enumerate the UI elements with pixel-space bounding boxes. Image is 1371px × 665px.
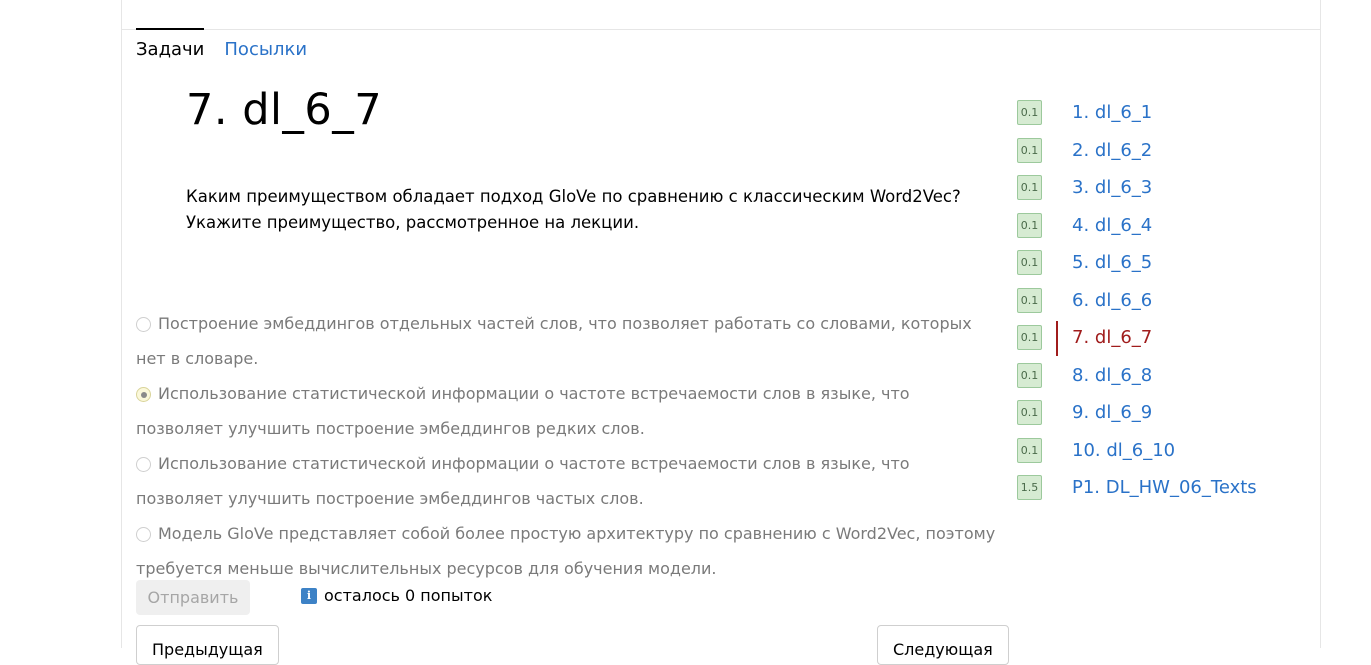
problem-item[interactable]: 0.1 4. dl_6_4: [1017, 207, 1257, 245]
problem-item[interactable]: 0.1 10. dl_6_10: [1017, 432, 1257, 470]
problem-link[interactable]: 5. dl_6_5: [1072, 252, 1152, 273]
problem-item[interactable]: 0.1 9. dl_6_9: [1017, 394, 1257, 432]
tab-bar: Задачи Посылки: [136, 28, 307, 61]
next-button[interactable]: Следующая: [877, 625, 1009, 665]
problem-link[interactable]: 6. dl_6_6: [1072, 290, 1152, 311]
problem-item[interactable]: 0.1 6. dl_6_6: [1017, 282, 1257, 320]
attempts-info: i осталось 0 попыток: [301, 586, 492, 605]
score-badge: 0.1: [1017, 175, 1042, 201]
attempts-text: осталось 0 попыток: [324, 586, 493, 605]
problem-item[interactable]: 0.1 8. dl_6_8: [1017, 357, 1257, 395]
score-badge: 0.1: [1017, 250, 1042, 276]
current-problem-marker: [1056, 321, 1058, 356]
score-badge: 0.1: [1017, 362, 1042, 388]
problem-item-current[interactable]: 0.1 7. dl_6_7: [1017, 319, 1257, 357]
score-badge: 0.1: [1017, 437, 1042, 463]
answer-option-label: Модель GloVe представляет собой более пр…: [136, 524, 996, 578]
score-badge: 0.1: [1017, 100, 1042, 126]
question-line: Каким преимуществом обладает подход GloV…: [186, 187, 961, 206]
score-badge: 0.1: [1017, 400, 1042, 426]
problem-item[interactable]: 1.5 P1. DL_HW_06_Texts: [1017, 469, 1257, 507]
problem-link[interactable]: 3. dl_6_3: [1072, 177, 1152, 198]
submit-button[interactable]: Отправить: [136, 580, 250, 615]
tab-problems[interactable]: Задачи: [136, 28, 205, 61]
answer-option-label: Построение эмбеддингов отдельных частей …: [136, 314, 972, 368]
score-badge: 0.1: [1017, 287, 1042, 313]
problem-link[interactable]: 10. dl_6_10: [1072, 440, 1175, 461]
question-line: Укажите преимущество, рассмотренное на л…: [186, 213, 640, 232]
problem-link[interactable]: 2. dl_6_2: [1072, 140, 1152, 161]
radio-button[interactable]: [136, 457, 151, 472]
tab-submissions[interactable]: Посылки: [224, 29, 307, 61]
score-badge: 0.1: [1017, 212, 1042, 238]
previous-button[interactable]: Предыдущая: [136, 625, 279, 665]
question-text: Каким преимуществом обладает подход GloV…: [186, 184, 966, 236]
problem-link[interactable]: P1. DL_HW_06_Texts: [1072, 477, 1257, 498]
problem-link[interactable]: 1. dl_6_1: [1072, 102, 1152, 123]
answer-option-label: Использование статистической информации …: [136, 454, 910, 508]
problem-link[interactable]: 9. dl_6_9: [1072, 402, 1152, 423]
problem-list: 0.1 1. dl_6_1 0.1 2. dl_6_2 0.1 3. dl_6_…: [1017, 94, 1257, 507]
content-frame: Задачи Посылки 7. dl_6_7 Каким преимущес…: [121, 0, 1321, 665]
problem-link[interactable]: 8. dl_6_8: [1072, 365, 1152, 386]
radio-button-selected[interactable]: [136, 387, 151, 402]
answer-option-label: Использование статистической информации …: [136, 384, 910, 438]
info-icon: i: [301, 587, 317, 604]
problem-item[interactable]: 0.1 2. dl_6_2: [1017, 132, 1257, 170]
problem-link[interactable]: 7. dl_6_7: [1072, 327, 1152, 348]
answer-option[interactable]: Модель GloVe представляет собой более пр…: [136, 516, 1001, 586]
problem-link[interactable]: 4. dl_6_4: [1072, 215, 1152, 236]
problem-item[interactable]: 0.1 5. dl_6_5: [1017, 244, 1257, 282]
problem-item[interactable]: 0.1 3. dl_6_3: [1017, 169, 1257, 207]
score-badge: 0.1: [1017, 325, 1042, 351]
answer-option[interactable]: Использование статистической информации …: [136, 376, 1001, 446]
problem-item[interactable]: 0.1 1. dl_6_1: [1017, 94, 1257, 132]
answer-option[interactable]: Построение эмбеддингов отдельных частей …: [136, 306, 1001, 376]
score-badge: 1.5: [1017, 475, 1042, 501]
answer-option[interactable]: Использование статистической информации …: [136, 446, 1001, 516]
radio-button[interactable]: [136, 527, 151, 542]
score-badge: 0.1: [1017, 137, 1042, 163]
task-title: 7. dl_6_7: [186, 85, 383, 135]
answer-options: Построение эмбеддингов отдельных частей …: [136, 306, 1001, 586]
radio-button[interactable]: [136, 317, 151, 332]
